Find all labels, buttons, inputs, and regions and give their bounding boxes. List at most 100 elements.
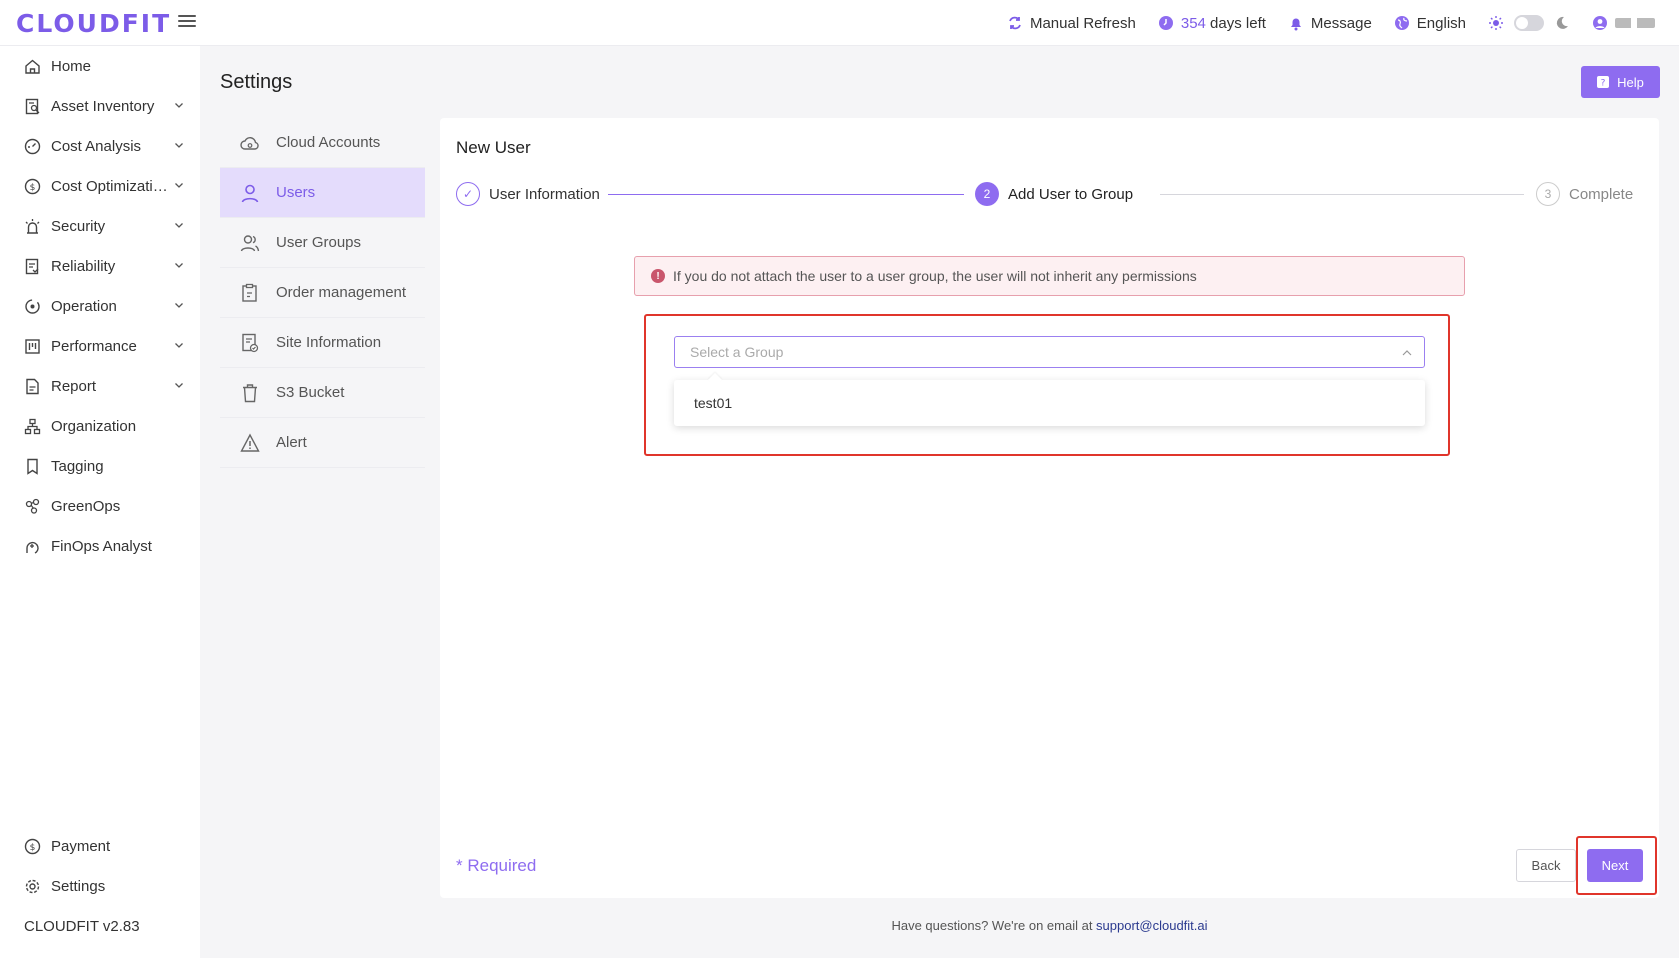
message-button[interactable]: Message [1288, 15, 1372, 32]
settings-item-alert[interactable]: Alert [220, 418, 425, 468]
nav-label: Operation [51, 297, 117, 315]
step-number: 2 [975, 182, 999, 206]
header-actions: Manual Refresh 354 days left Message Eng… [1007, 0, 1655, 46]
tagging-icon [24, 458, 41, 475]
footer: Have questions? We're on email at suppor… [440, 918, 1659, 933]
cloudfit-logo[interactable]: CLOUDFIT [16, 9, 171, 38]
step-user-information[interactable]: ✓ User Information [456, 182, 600, 206]
card-title: New User [456, 138, 531, 157]
settings-item-cloud-accounts[interactable]: Cloud Accounts [220, 118, 425, 168]
settings-item-user-groups[interactable]: User Groups [220, 218, 425, 268]
nav-item-report[interactable]: Report [0, 366, 200, 406]
nav-item-settings[interactable]: Settings [0, 866, 200, 906]
settings-item-label: Order management [276, 284, 407, 301]
wizard-steps: ✓ User Information 2 Add User to Group 3… [456, 182, 1643, 208]
nav-item-greenops[interactable]: GreenOps [0, 486, 200, 526]
svg-text:$: $ [30, 183, 36, 193]
user-icon [240, 183, 260, 203]
nav-list: Home Asset Inventory Cost Analysis $ Cost Op… [0, 46, 200, 566]
home-icon [24, 58, 41, 75]
clock-icon [1158, 15, 1174, 31]
dollar-icon: $ [24, 838, 41, 855]
language-selector[interactable]: English [1394, 15, 1466, 32]
group-select[interactable]: Select a Group [674, 336, 1425, 368]
finops-analyst-icon [24, 538, 41, 555]
help-icon: ? [1597, 76, 1610, 89]
exclamation-icon: ! [651, 269, 665, 283]
bell-icon [1288, 15, 1304, 31]
nav-item-finops-analyst[interactable]: FinOps Analyst [0, 526, 200, 566]
svg-text:?: ? [1601, 79, 1606, 89]
manual-refresh-label: Manual Refresh [1029, 14, 1136, 32]
bucket-icon [240, 383, 260, 403]
step-add-user-to-group[interactable]: 2 Add User to Group [975, 182, 1133, 206]
settings-item-users[interactable]: Users [220, 168, 425, 218]
license-days-left[interactable]: 354 days left [1158, 15, 1266, 32]
theme-toggle[interactable] [1514, 15, 1544, 31]
nav-item-cost-optimizati[interactable]: $ Cost Optimizati… [0, 166, 200, 206]
reliability-icon [24, 258, 41, 275]
warning-text: If you do not attach the user to a user … [673, 268, 1197, 284]
check-icon: ✓ [456, 182, 480, 206]
nav-item-organization[interactable]: Organization [0, 406, 200, 446]
chevron-down-icon [174, 220, 184, 230]
nav-label: Security [51, 217, 106, 235]
settings-item-label: User Groups [276, 234, 362, 251]
nav-item-cost-analysis[interactable]: Cost Analysis [0, 126, 200, 166]
main-sidebar: Home Asset Inventory Cost Analysis $ Cost Op… [0, 46, 200, 958]
chevron-down-icon [174, 100, 184, 110]
nav-item-tagging[interactable]: Tagging [0, 446, 200, 486]
asset-inventory-icon [24, 98, 41, 115]
globe-icon [1394, 15, 1410, 31]
nav-item-home[interactable]: Home [0, 46, 200, 86]
group-option-test01[interactable]: test01 [674, 380, 1425, 426]
help-button[interactable]: ? Help [1581, 66, 1660, 98]
user-menu[interactable] [1592, 15, 1655, 31]
step-label: User Information [489, 185, 600, 203]
nav-item-security[interactable]: Security [0, 206, 200, 246]
settings-item-s3-bucket[interactable]: S3 Bucket [220, 368, 425, 418]
chevron-down-icon [174, 140, 184, 150]
settings-item-label: Users [276, 184, 316, 201]
chevron-down-icon [174, 340, 184, 350]
support-email-link[interactable]: support@cloudfit.ai [1096, 918, 1207, 933]
user-groups-icon [240, 233, 260, 253]
nav-label: Asset Inventory [51, 97, 155, 115]
nav-item-reliability[interactable]: Reliability [0, 246, 200, 286]
step-label: Complete [1569, 185, 1634, 203]
moon-icon [1554, 15, 1570, 31]
days-count: 354 [1180, 14, 1206, 32]
group-select-placeholder: Select a Group [690, 344, 784, 360]
back-button[interactable]: Back [1516, 849, 1576, 882]
chevron-down-icon [174, 380, 184, 390]
settings-item-label: Cloud Accounts [276, 134, 381, 151]
nav-label: GreenOps [51, 497, 121, 515]
menu-toggle-icon[interactable] [178, 12, 196, 30]
days-suffix: days left [1205, 14, 1266, 32]
operation-icon [24, 298, 41, 315]
language-label: English [1416, 14, 1466, 32]
step-number: 3 [1536, 182, 1560, 206]
step-label: Add User to Group [1008, 185, 1134, 203]
settings-item-site-information[interactable]: Site Information [220, 318, 425, 368]
nav-label: Tagging [51, 457, 104, 475]
app-version: CLOUDFIT v2.83 [24, 917, 140, 935]
nav-label-payment: Payment [51, 837, 111, 855]
sun-icon [1488, 15, 1504, 31]
nav-label: Organization [51, 417, 137, 435]
settings-item-label: Site Information [276, 334, 382, 351]
nav-item-operation[interactable]: Operation [0, 286, 200, 326]
manual-refresh-button[interactable]: Manual Refresh [1007, 15, 1136, 32]
settings-menu: Cloud Accounts Users User Groups Order mana… [220, 118, 425, 468]
settings-item-order-management[interactable]: Order management [220, 268, 425, 318]
security-icon [24, 218, 41, 235]
nav-item-payment[interactable]: $ Payment [0, 826, 200, 866]
step-complete[interactable]: 3 Complete [1536, 182, 1633, 206]
nav-item-asset-inventory[interactable]: Asset Inventory [0, 86, 200, 126]
theme-switch[interactable] [1488, 15, 1570, 31]
svg-text:$: $ [30, 843, 36, 853]
footer-text: Have questions? We're on email at [891, 918, 1097, 933]
nav-label: Report [51, 377, 97, 395]
greenops-icon [24, 498, 41, 515]
nav-item-performance[interactable]: Performance [0, 326, 200, 366]
